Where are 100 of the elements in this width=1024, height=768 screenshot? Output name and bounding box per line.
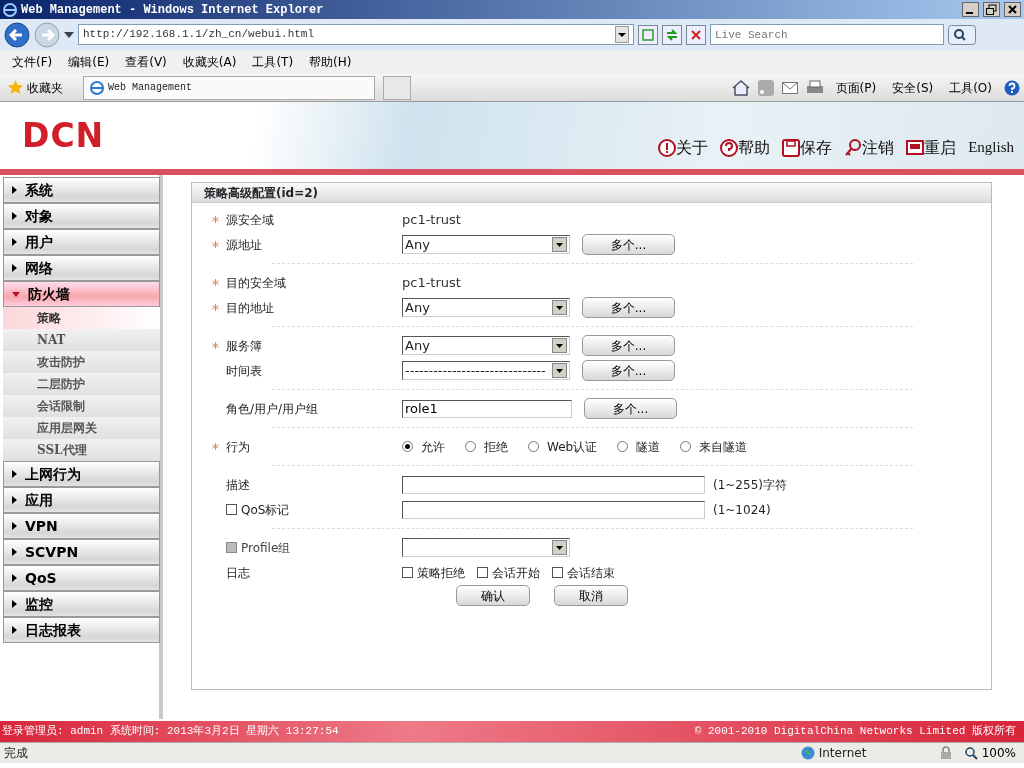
radio-option[interactable]: 允许: [402, 437, 445, 456]
sidebar-subitem[interactable]: 策略: [3, 307, 160, 329]
field-hint: (1~1024): [713, 501, 771, 519]
field-label: 行为: [226, 438, 250, 456]
caret-right-icon: [12, 264, 17, 272]
checkbox-option[interactable]: 会话开始: [477, 563, 540, 582]
dropdown-field[interactable]: ------------------------------: [402, 361, 570, 380]
radio-option[interactable]: Web认证: [528, 437, 598, 456]
printer-icon[interactable]: [805, 79, 824, 96]
form-button[interactable]: 确认: [455, 585, 530, 606]
dropdown-caret-icon: [552, 540, 567, 555]
menu-item[interactable]: 文件(F): [4, 53, 61, 71]
checkbox-option[interactable]: 策略拒绝: [402, 563, 465, 582]
toolbar-button[interactable]: 安全(S): [888, 78, 938, 97]
sidebar-item[interactable]: QoS: [3, 565, 160, 591]
dropdown-caret-icon: [552, 300, 567, 315]
more-button[interactable]: 多个...: [582, 360, 675, 381]
sidebar-item[interactable]: 防火墙: [3, 281, 160, 307]
browser-tab[interactable]: Web Management: [83, 75, 375, 100]
sidebar-subitem[interactable]: 二层防护: [3, 373, 160, 395]
checkbox-option[interactable]: 会话结束: [552, 563, 615, 582]
help-icon[interactable]: [1004, 79, 1020, 96]
caret-right-icon: [12, 626, 17, 634]
caret-right-icon: [12, 212, 17, 220]
dropdown-caret-icon[interactable]: [615, 26, 629, 43]
sidebar-item[interactable]: 日志报表: [3, 617, 160, 643]
back-icon[interactable]: [4, 21, 30, 48]
radio-option[interactable]: 拒绝: [465, 437, 508, 456]
address-field[interactable]: http://192.168.1.1/zh_cn/webui.html: [78, 24, 634, 45]
restore-icon[interactable]: [983, 2, 1000, 17]
login-info: 登录管理员: admin 系统时间: 2013年3月2日 星期六 13:27:54: [2, 724, 339, 740]
caret-down-icon: [12, 291, 20, 297]
more-button[interactable]: 多个...: [584, 398, 677, 419]
menu-item[interactable]: 工具(T): [244, 53, 302, 71]
sidebar-item[interactable]: 监控: [3, 591, 160, 617]
globe-icon: [800, 746, 815, 760]
minimize-icon[interactable]: [962, 2, 979, 17]
header-link[interactable]: 注销: [840, 135, 899, 160]
header-link[interactable]: 帮助: [716, 135, 775, 160]
text-field[interactable]: [402, 500, 705, 519]
sidebar-item[interactable]: 上网行为: [3, 461, 160, 487]
field-value: pc1-trust: [402, 210, 461, 229]
mail-icon[interactable]: [781, 81, 798, 94]
text-field[interactable]: [402, 475, 705, 494]
magnifier-icon: [964, 746, 978, 760]
menu-item[interactable]: 编辑(E): [60, 53, 118, 71]
home-icon[interactable]: [731, 79, 750, 96]
more-button[interactable]: 多个...: [582, 335, 675, 356]
radio-option[interactable]: 来自隧道: [680, 437, 748, 456]
header-link[interactable]: 重启: [902, 135, 961, 160]
header-link[interactable]: English: [964, 136, 1018, 159]
field-label: 目的安全域: [226, 274, 286, 292]
field-value: pc1-trust: [402, 273, 461, 292]
caret-right-icon: [12, 548, 17, 556]
more-button[interactable]: 多个...: [582, 297, 675, 318]
sidebar-item[interactable]: 应用: [3, 487, 160, 513]
toolbar-button[interactable]: 页面(P): [831, 78, 881, 97]
search-field[interactable]: Live Search: [710, 24, 944, 45]
sidebar-subitem[interactable]: 会话限制: [3, 395, 160, 417]
sidebar-subitem[interactable]: 应用层网关: [3, 417, 160, 439]
dropdown-field[interactable]: Any: [402, 336, 570, 355]
menu-item[interactable]: 收藏夹(A): [174, 53, 245, 71]
menu-item[interactable]: 帮助(H): [301, 53, 360, 71]
sidebar-item[interactable]: VPN: [3, 513, 160, 539]
checkbox[interactable]: [226, 504, 237, 515]
radio-option[interactable]: 隧道: [617, 437, 661, 456]
dropdown-caret-icon[interactable]: [64, 31, 74, 38]
sidebar-item[interactable]: 用户: [3, 229, 160, 255]
favorites-button[interactable]: 收藏夹: [4, 78, 67, 97]
panel-title: 策略高级配置(id=2): [192, 183, 991, 203]
form-button[interactable]: 取消: [553, 585, 628, 606]
caret-right-icon: [12, 574, 17, 582]
header-link[interactable]: 保存: [778, 135, 837, 160]
lock-icon: [938, 746, 953, 760]
sidebar-item[interactable]: 网络: [3, 255, 160, 281]
field-label: 描述: [226, 476, 250, 494]
field-label: QoS标记: [241, 501, 290, 519]
sidebar-subitem[interactable]: NAT: [3, 329, 160, 351]
header-link[interactable]: 关于: [654, 135, 713, 160]
sidebar-item[interactable]: 对象: [3, 203, 160, 229]
dropdown-field[interactable]: [402, 538, 570, 557]
text-field[interactable]: role1: [402, 399, 572, 418]
field-label: 日志: [226, 564, 250, 582]
dropdown-field[interactable]: Any: [402, 298, 570, 317]
caret-right-icon: [12, 496, 17, 504]
toolbar-button[interactable]: 工具(O): [945, 78, 996, 97]
sidebar-item[interactable]: SCVPN: [3, 539, 160, 565]
close-icon[interactable]: [1004, 2, 1021, 17]
refresh-icon[interactable]: [662, 24, 682, 45]
sidebar-subitem[interactable]: 攻击防护: [3, 351, 160, 373]
zoom-button[interactable]: 100%: [960, 744, 1020, 762]
search-icon[interactable]: [948, 24, 976, 45]
menu-item[interactable]: 查看(V): [117, 53, 175, 71]
stop-icon[interactable]: [686, 24, 706, 45]
compatibility-view-icon[interactable]: [638, 24, 658, 45]
sidebar-subitem[interactable]: SSL代理: [3, 439, 160, 461]
more-button[interactable]: 多个...: [582, 234, 675, 255]
sidebar-item[interactable]: 系统: [3, 177, 160, 203]
logo: DCN: [22, 114, 106, 157]
dropdown-field[interactable]: Any: [402, 235, 570, 254]
